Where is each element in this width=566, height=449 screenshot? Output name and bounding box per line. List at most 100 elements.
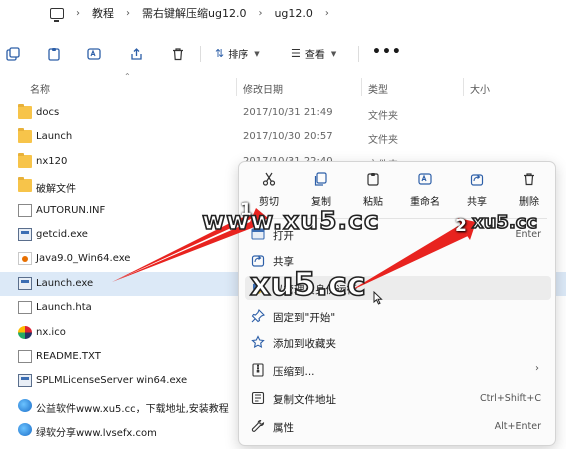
- file-name: README.TXT: [36, 351, 101, 362]
- watermark: xu5.cc: [249, 264, 366, 304]
- file-name: 破解文件: [36, 184, 76, 196]
- computer-icon[interactable]: [50, 7, 64, 22]
- rename-icon[interactable]: [86, 46, 102, 62]
- command-bar: ⇅ 排序 ▼ ☰ 查看 ▼ •••: [0, 40, 566, 68]
- annotation-badge-2: 2: [455, 216, 467, 236]
- file-name: Launch.hta: [36, 302, 92, 314]
- paste-icon: [367, 173, 379, 186]
- file-name: 绿软分享www.lvsefx.com: [36, 428, 157, 440]
- share-button[interactable]: 共享: [455, 172, 499, 208]
- trash-icon[interactable]: [170, 46, 186, 62]
- file-row[interactable]: Launch 2017/10/30 20:57 文件夹: [0, 125, 566, 149]
- chevron-right-icon: ›: [76, 7, 80, 19]
- paste-icon[interactable]: [46, 46, 62, 62]
- wrench-icon: [251, 419, 265, 432]
- file-row[interactable]: docs 2017/10/31 21:49 文件夹: [0, 101, 566, 125]
- file-name: Java9.0_Win64.exe: [36, 253, 131, 265]
- menu-item-pin-to-start[interactable]: 固定到"开始": [245, 304, 551, 328]
- share-icon[interactable]: [129, 46, 145, 62]
- exe-icon: [18, 374, 32, 388]
- folder-icon: [18, 177, 32, 193]
- column-date[interactable]: 修改日期: [243, 81, 283, 96]
- folder-icon: [18, 104, 32, 119]
- file-type: 文件夹: [368, 111, 398, 122]
- file-name: nx120: [36, 155, 68, 167]
- file-name: SPLMLicenseServer win64.exe: [36, 375, 188, 387]
- column-size[interactable]: 大小: [470, 81, 490, 96]
- view-label: 查看: [304, 50, 325, 61]
- breadcrumb-item-1[interactable]: 教程: [92, 5, 114, 21]
- copy-button[interactable]: 复制: [299, 172, 343, 208]
- cut-button[interactable]: 剪切: [247, 172, 291, 208]
- breadcrumb-item-3[interactable]: ug12.0: [274, 7, 312, 20]
- view-icon: ☰: [291, 47, 301, 60]
- watermark: www.xu5.cc: [201, 205, 380, 236]
- new-icon[interactable]: [5, 46, 21, 62]
- chevron-right-icon: ›: [126, 7, 130, 19]
- menu-item-copy-path[interactable]: 复制文件地址 Ctrl+Shift+C: [245, 386, 551, 410]
- menu-item-add-to-favorites[interactable]: 添加到收藏夹: [245, 330, 551, 354]
- file-name: Launch.exe: [36, 277, 94, 289]
- toolbar-divider: [200, 46, 201, 62]
- globe-icon: [18, 398, 32, 412]
- view-button[interactable]: ☰ 查看 ▼: [291, 46, 336, 61]
- chevron-down-icon: ▼: [330, 49, 337, 58]
- mouse-cursor-icon: [373, 291, 383, 305]
- address-bar[interactable]: › 教程 › 需右键解压缩ug12.0 › ug12.0 ›: [0, 0, 566, 26]
- menu-item-label: 添加到收藏夹: [273, 338, 336, 350]
- menu-item-properties[interactable]: 属性 Alt+Enter: [245, 414, 551, 438]
- folder-icon: [18, 152, 32, 168]
- file-name: nx.ico: [36, 326, 66, 338]
- star-icon: [251, 335, 265, 349]
- menu-item-label: 属性: [273, 422, 294, 434]
- quick-action-label: 重命名: [410, 197, 440, 208]
- file-name: docs: [36, 107, 60, 118]
- chevron-right-icon: ›: [535, 363, 539, 374]
- share-icon: [470, 174, 484, 186]
- menu-item-shortcut: Alt+Enter: [494, 421, 541, 432]
- file-date: 2017/10/31 21:49: [243, 107, 333, 118]
- column-divider[interactable]: [463, 78, 464, 96]
- menu-item-compress[interactable]: 压缩到... ›: [245, 358, 551, 382]
- rename-icon: [418, 173, 432, 185]
- delete-button[interactable]: 删除: [507, 172, 551, 208]
- copy-path-icon: [251, 391, 265, 405]
- folder-icon: [18, 128, 32, 144]
- column-type[interactable]: 类型: [368, 81, 388, 96]
- pin-icon: [251, 309, 265, 323]
- more-options-button[interactable]: •••: [372, 44, 402, 60]
- sort-icon: ⇅: [215, 47, 225, 60]
- paste-button[interactable]: 粘贴: [351, 172, 395, 208]
- menu-item-label: 压缩到...: [273, 366, 315, 378]
- file-name: getcid.exe: [36, 229, 88, 240]
- zip-icon: [252, 363, 264, 377]
- menu-item-label: 复制文件地址: [273, 394, 336, 406]
- document-icon: [18, 350, 32, 363]
- quick-action-label: 共享: [467, 197, 487, 208]
- chevron-right-icon[interactable]: ›: [325, 8, 329, 19]
- column-divider[interactable]: [361, 78, 362, 96]
- file-type: 文件夹: [368, 135, 398, 147]
- exe-icon: [18, 276, 32, 290]
- ico-icon: [18, 325, 32, 339]
- toolbar-divider: [358, 46, 359, 62]
- menu-item-shortcut: Ctrl+Shift+C: [479, 393, 541, 404]
- trash-icon: [524, 173, 534, 186]
- column-divider[interactable]: [236, 78, 237, 96]
- globe-icon: [18, 423, 32, 437]
- copy-icon: [314, 172, 327, 186]
- sort-button[interactable]: ⇅ 排序 ▼: [215, 46, 260, 61]
- quick-action-label: 删除: [519, 197, 539, 208]
- sort-ascending-icon: ⌃: [124, 72, 131, 81]
- column-name[interactable]: 名称: [30, 81, 50, 96]
- rename-button[interactable]: 重命名: [403, 172, 447, 208]
- scissors-icon: [262, 172, 276, 186]
- column-header: ⌃ 名称 修改日期 类型 大小: [0, 72, 566, 96]
- file-date: 2017/10/30 20:57: [243, 131, 333, 143]
- exe-icon: [18, 228, 32, 241]
- breadcrumb-item-2[interactable]: 需右键解压缩ug12.0: [142, 5, 246, 21]
- menu-item-label: 固定到"开始": [273, 312, 336, 324]
- chevron-down-icon: ▼: [254, 49, 260, 58]
- chevron-right-icon: ›: [258, 7, 263, 19]
- java-icon: [18, 252, 32, 266]
